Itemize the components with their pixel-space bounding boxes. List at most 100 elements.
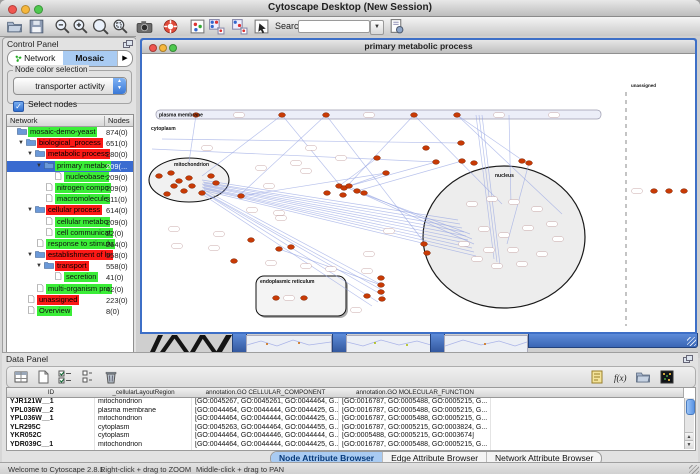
graph-node[interactable] [181,189,188,194]
network-label[interactable]: cellular metabo [55,217,110,227]
network-editor-icon[interactable] [253,18,270,35]
network-label[interactable]: primary metabo [55,161,111,171]
float-panel-icon[interactable] [123,40,132,48]
expander-icon[interactable]: ▼ [27,252,35,258]
graph-node[interactable] [231,259,238,264]
edge[interactable] [189,115,196,162]
window-bottom-border[interactable] [528,333,698,348]
resize-grip-icon[interactable] [687,337,696,346]
layout-icon-2[interactable] [231,18,248,35]
table-cell[interactable]: YKR052C [7,432,95,441]
close-button[interactable] [8,5,17,14]
graph-node[interactable] [164,192,171,197]
network-tree-row[interactable]: nitrogen compo209(0) [7,183,133,194]
node-label-pill[interactable] [301,264,312,269]
attribute-table[interactable]: ID_cellularLayoutRegionannotation.GO CEL… [6,387,696,451]
node-label-pill[interactable] [484,248,495,253]
node-label-pill[interactable] [459,242,470,247]
graph-node[interactable] [459,159,466,164]
network-label[interactable]: nucleobase- [64,172,109,182]
table-row[interactable]: YJR121W__1mitochondrion[GO:0045267, GO:0… [7,398,683,407]
column-header[interactable]: annotation.GO MOLECULAR_FUNCTION [339,388,492,398]
graph-node[interactable] [279,113,286,118]
graph-node[interactable] [374,156,381,161]
tree-col-nodes[interactable]: Nodes [104,116,130,126]
maximize-button[interactable] [169,44,177,52]
titlebar[interactable]: Cytoscape Desktop (New Session) [0,0,700,17]
table-row[interactable]: YPL036W__1mitochondrion[GO:0044464, GO:0… [7,415,683,424]
node-label-pill[interactable] [537,252,548,257]
network-tree-row[interactable]: macromolecule311(0) [7,194,133,205]
graph-node[interactable] [379,297,386,302]
table-cell[interactable]: mitochondrion [95,441,192,450]
node-label-pill[interactable] [553,237,564,242]
graph-node[interactable] [340,193,347,198]
network-tree-row[interactable]: unassigned223(0) [7,295,133,306]
table-cell[interactable]: plasma membrane [95,407,192,416]
table-cell[interactable]: [GO:0016787, GO:0005488, GO:0005215, G..… [339,398,491,407]
node-label-pill[interactable] [247,208,258,213]
network-label[interactable]: response to stimulu [46,239,115,249]
graph-node[interactable] [189,184,196,189]
graph-node[interactable] [378,290,385,295]
node-label-pill[interactable] [479,227,490,232]
node-label-pill[interactable] [547,222,558,227]
network-label[interactable]: unassigned [37,295,79,305]
graph-node[interactable] [248,238,255,243]
table-row[interactable]: YPL036W__2plasma membrane[GO:0044464, GO… [7,407,683,416]
network-tree-row[interactable]: response to stimulu264(0) [7,239,133,250]
node-label-pill[interactable] [499,233,510,238]
table-cell[interactable]: cytoplasm [95,432,192,441]
help-ring-icon[interactable] [162,18,179,35]
node-label-pill[interactable] [214,232,225,237]
node-label-pill[interactable] [274,211,285,216]
graph-node[interactable] [238,194,245,199]
network-tree-row[interactable]: secretion41(0) [7,272,133,283]
node-label-pill[interactable] [264,184,275,189]
minimize-button[interactable] [21,5,30,14]
network-label[interactable]: transport [55,261,89,271]
node-label-pill[interactable] [301,169,312,174]
network-tree-row[interactable]: cellular metabo209(0) [7,217,133,228]
graph-node[interactable] [454,113,461,118]
background-window-fragment[interactable] [146,333,238,353]
graph-node[interactable] [323,113,330,118]
search-dropdown-icon[interactable]: ▼ [370,20,384,35]
zoom-fit-icon[interactable] [92,18,109,35]
zoom-selected-icon[interactable] [112,18,129,35]
graph-node[interactable] [171,184,178,189]
network-view-window[interactable]: primary metabolic process plasma membran… [140,38,697,334]
tree-col-network[interactable]: Network [10,116,38,125]
node-label-pill[interactable] [291,161,302,166]
network-label[interactable]: macromolecule [55,194,110,204]
expander-icon[interactable]: ▼ [27,151,35,157]
network-tree-row[interactable]: Overview8(0) [7,306,133,317]
node-label-pill[interactable] [523,226,534,231]
graph-node[interactable] [208,174,215,179]
node-label-pill[interactable] [494,113,505,118]
node-label-pill[interactable] [467,202,478,207]
background-window-border[interactable] [430,333,445,353]
expander-icon[interactable]: ▼ [18,140,26,146]
unselect-attributes-icon[interactable] [79,369,95,385]
table-cell[interactable]: YDR039C__1 [7,441,95,450]
network-tree-row[interactable]: ▼biological_process651(0) [7,138,133,149]
table-cell[interactable]: mitochondrion [95,415,192,424]
node-label-pill[interactable] [266,261,277,266]
network-label[interactable]: establishment of lo [46,250,113,260]
vizmapper-icon[interactable] [189,18,206,35]
network-label[interactable]: secretion [64,272,98,282]
graph-node[interactable] [423,146,430,151]
zoom-in-icon[interactable] [72,18,89,35]
select-attributes-icon[interactable] [57,369,73,385]
import-attributes-icon[interactable] [635,369,651,385]
node-color-dropdown[interactable]: transporter activity ▲▼ [13,77,127,95]
edge[interactable] [241,115,326,194]
network-tree-row[interactable]: multi-organism pro42(0) [7,284,133,295]
network-canvas[interactable]: plasma membranecytoplasmmitochondrionnuc… [142,54,695,332]
attribute-table-icon[interactable] [13,369,29,385]
graph-node[interactable] [458,141,465,146]
graph-node[interactable] [378,276,385,281]
expander-icon[interactable]: ▼ [36,263,44,269]
node-label-pill[interactable] [517,262,528,267]
